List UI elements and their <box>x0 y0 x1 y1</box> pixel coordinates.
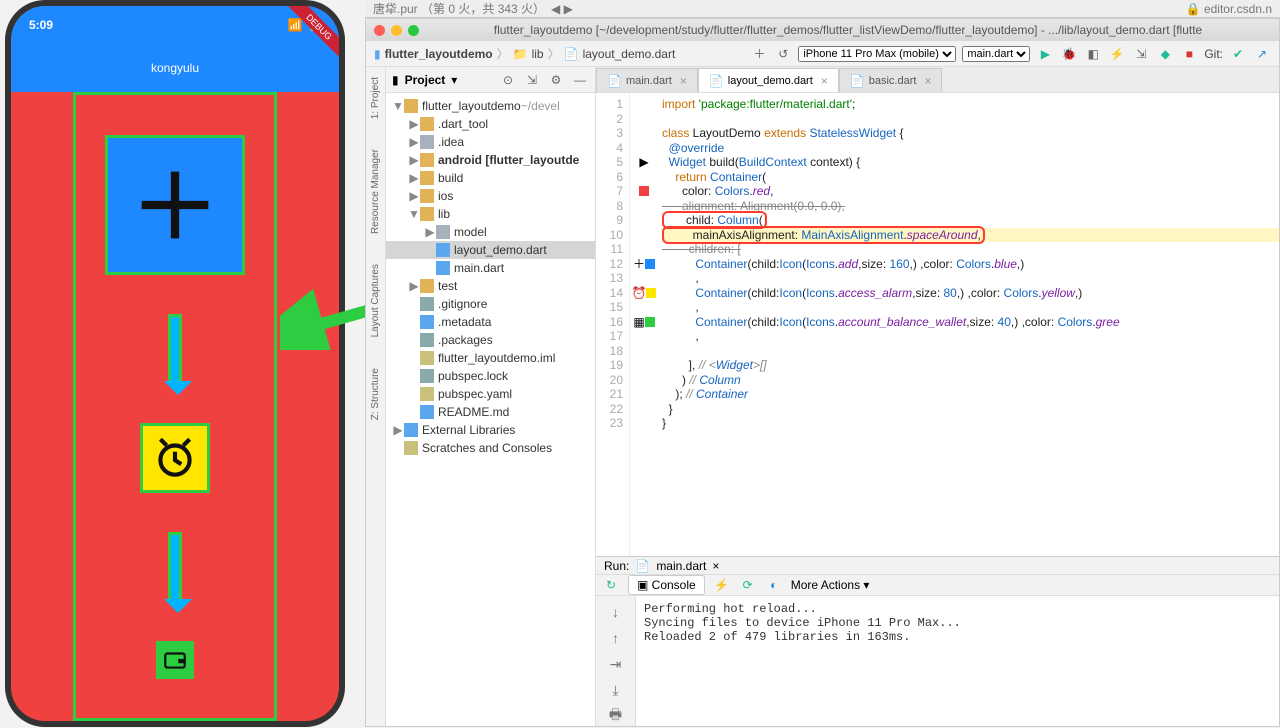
gutter-marks: ▶＋ ⏰ ▦ <box>630 93 658 556</box>
ios-simulator: 5:09 📶 🔋 kongyulu DEBUG <box>5 0 345 727</box>
line-gutter: 1234567891011121314151617181920212223 <box>596 93 630 556</box>
tree-item[interactable]: ▶ios <box>386 187 595 205</box>
console-output[interactable]: Performing hot reload... Syncing files t… <box>636 596 1279 726</box>
tool-layout-captures[interactable]: Layout Captures <box>370 264 381 337</box>
spacing-arrow-icon <box>168 532 182 602</box>
tool-resource-manager[interactable]: Resource Manager <box>370 149 381 234</box>
tree-item[interactable]: main.dart <box>386 259 595 277</box>
status-time: 5:09 <box>29 18 53 32</box>
wrap-icon[interactable]: ⇥ <box>606 654 626 674</box>
tool-project[interactable]: 1: Project <box>370 77 381 119</box>
settings-icon[interactable]: ⚙ <box>547 71 565 89</box>
debug-banner: DEBUG <box>249 6 339 96</box>
collapse-icon[interactable]: ⊙ <box>499 71 517 89</box>
git-label: Git: <box>1204 47 1223 61</box>
app-title: kongyulu <box>151 61 199 75</box>
editor-tabs: 📄main.dart×📄layout_demo.dart×📄basic.dart… <box>596 67 1279 93</box>
tree-item[interactable]: ▶model <box>386 223 595 241</box>
tree-item[interactable]: ▼flutter_layoutdemo ~/devel <box>386 97 595 115</box>
console-tab[interactable]: ▣ Console <box>628 575 705 595</box>
maximize-icon[interactable] <box>408 25 419 36</box>
close-icon[interactable] <box>374 25 385 36</box>
sync-icon[interactable]: ↺ <box>774 45 792 63</box>
hot-reload-icon[interactable]: ⚡ <box>713 576 731 594</box>
bg-doc-title: 唐牮.pur （第 0 火，共 343 火） <box>373 0 545 17</box>
devtools-icon[interactable]: ◐ <box>765 576 783 594</box>
run-config-name[interactable]: main.dart <box>656 559 706 573</box>
run-label: Run: <box>604 559 629 573</box>
project-header: ▮Project▾ ⊙ ⇲ ⚙ — <box>386 67 595 93</box>
run-icon[interactable]: ▶ <box>1036 45 1054 63</box>
breadcrumb-folder[interactable]: lib <box>532 47 544 61</box>
breadcrumb-file[interactable]: layout_demo.dart <box>583 47 676 61</box>
tool-structure[interactable]: Z: Structure <box>370 368 381 420</box>
hide-icon[interactable]: — <box>571 71 589 89</box>
tree-item[interactable]: flutter_layoutdemo.iml <box>386 349 595 367</box>
add-icon <box>105 135 245 275</box>
tree-item[interactable]: ▶test <box>386 277 595 295</box>
project-view-select[interactable]: Project <box>405 73 446 87</box>
stop-icon[interactable]: ■ <box>1180 45 1198 63</box>
minimize-icon[interactable] <box>391 25 402 36</box>
column-widget <box>73 92 277 721</box>
tree-item[interactable]: layout_demo.dart <box>386 241 595 259</box>
ide-window: flutter_layoutdemo [~/development/study/… <box>365 18 1280 727</box>
expand-icon[interactable]: ⇲ <box>523 71 541 89</box>
background-window-strip: 唐牮.pur （第 0 火，共 343 火） ◀ ▶ 🔒 editor.csdn… <box>365 0 1280 18</box>
editor-tab[interactable]: 📄layout_demo.dart× <box>698 68 839 92</box>
tree-item[interactable]: .packages <box>386 331 595 349</box>
console-toolbar: ↓ ↑ ⇥ ⤓ 🖶 <box>596 596 636 726</box>
nav-toolbar: ▮ flutter_layoutdemo 〉📁 lib 〉📄 layout_de… <box>366 41 1279 67</box>
git-pull-icon[interactable]: ✔ <box>1229 45 1247 63</box>
project-tree[interactable]: ▼flutter_layoutdemo ~/devel▶.dart_tool▶.… <box>386 93 595 726</box>
attach-icon[interactable]: ⇲ <box>1132 45 1150 63</box>
editor-tab[interactable]: 📄main.dart× <box>596 68 698 92</box>
window-titlebar: flutter_layoutdemo [~/development/study/… <box>366 19 1279 41</box>
code-editor[interactable]: 1234567891011121314151617181920212223 ▶＋… <box>596 93 1279 556</box>
tree-item[interactable]: .metadata <box>386 313 595 331</box>
tree-item[interactable]: ▶build <box>386 169 595 187</box>
debug-icon[interactable]: 🐞 <box>1060 45 1078 63</box>
git-push-icon[interactable]: ↗ <box>1253 45 1271 63</box>
run-config-select[interactable]: main.dart <box>962 46 1030 62</box>
tree-item[interactable]: ▼lib <box>386 205 595 223</box>
tree-item[interactable]: ▶android [flutter_layoutde <box>386 151 595 169</box>
up-icon[interactable]: ↑ <box>606 628 626 648</box>
coverage-icon[interactable]: ◆ <box>1156 45 1174 63</box>
tree-item[interactable]: ▶External Libraries <box>386 421 595 439</box>
tree-item[interactable]: README.md <box>386 403 595 421</box>
add-config-icon[interactable]: ＋ <box>750 45 768 63</box>
project-panel: ▮Project▾ ⊙ ⇲ ⚙ — ▼flutter_layoutdemo ~/… <box>386 67 596 726</box>
tree-item[interactable]: Scratches and Consoles <box>386 439 595 457</box>
editor-tab[interactable]: 📄basic.dart× <box>839 68 943 92</box>
hot-reload-icon[interactable]: ⚡ <box>1108 45 1126 63</box>
bg-host: editor.csdn.n <box>1204 2 1272 16</box>
window-title: flutter_layoutdemo [~/development/study/… <box>425 23 1271 37</box>
rerun-icon[interactable]: ↻ <box>602 576 620 594</box>
tree-item[interactable]: pubspec.lock <box>386 367 595 385</box>
run-panel: Run: 📄 main.dart× ↻ ▣ Console ⚡ ⟳ ◐ More… <box>596 556 1279 726</box>
down-icon[interactable]: ↓ <box>606 602 626 622</box>
tree-item[interactable]: ▶.idea <box>386 133 595 151</box>
scroll-icon[interactable]: ⤓ <box>606 680 626 700</box>
left-tool-strip: 1: Project Resource Manager Layout Captu… <box>366 67 386 726</box>
tree-item[interactable]: ▶.dart_tool <box>386 115 595 133</box>
spacing-arrow-icon <box>168 314 182 384</box>
print-icon[interactable]: 🖶 <box>606 706 626 726</box>
profile-icon[interactable]: ◧ <box>1084 45 1102 63</box>
device-select[interactable]: iPhone 11 Pro Max (mobile) <box>798 46 956 62</box>
hot-restart-icon[interactable]: ⟳ <box>739 576 757 594</box>
wallet-icon <box>156 641 194 679</box>
tree-item[interactable]: .gitignore <box>386 295 595 313</box>
more-actions[interactable]: More Actions ▾ <box>791 578 870 592</box>
code-area[interactable]: import 'package:flutter/material.dart'; … <box>658 93 1279 556</box>
alarm-icon <box>140 423 210 493</box>
breadcrumb-project[interactable]: flutter_layoutdemo <box>385 47 493 61</box>
tree-item[interactable]: pubspec.yaml <box>386 385 595 403</box>
